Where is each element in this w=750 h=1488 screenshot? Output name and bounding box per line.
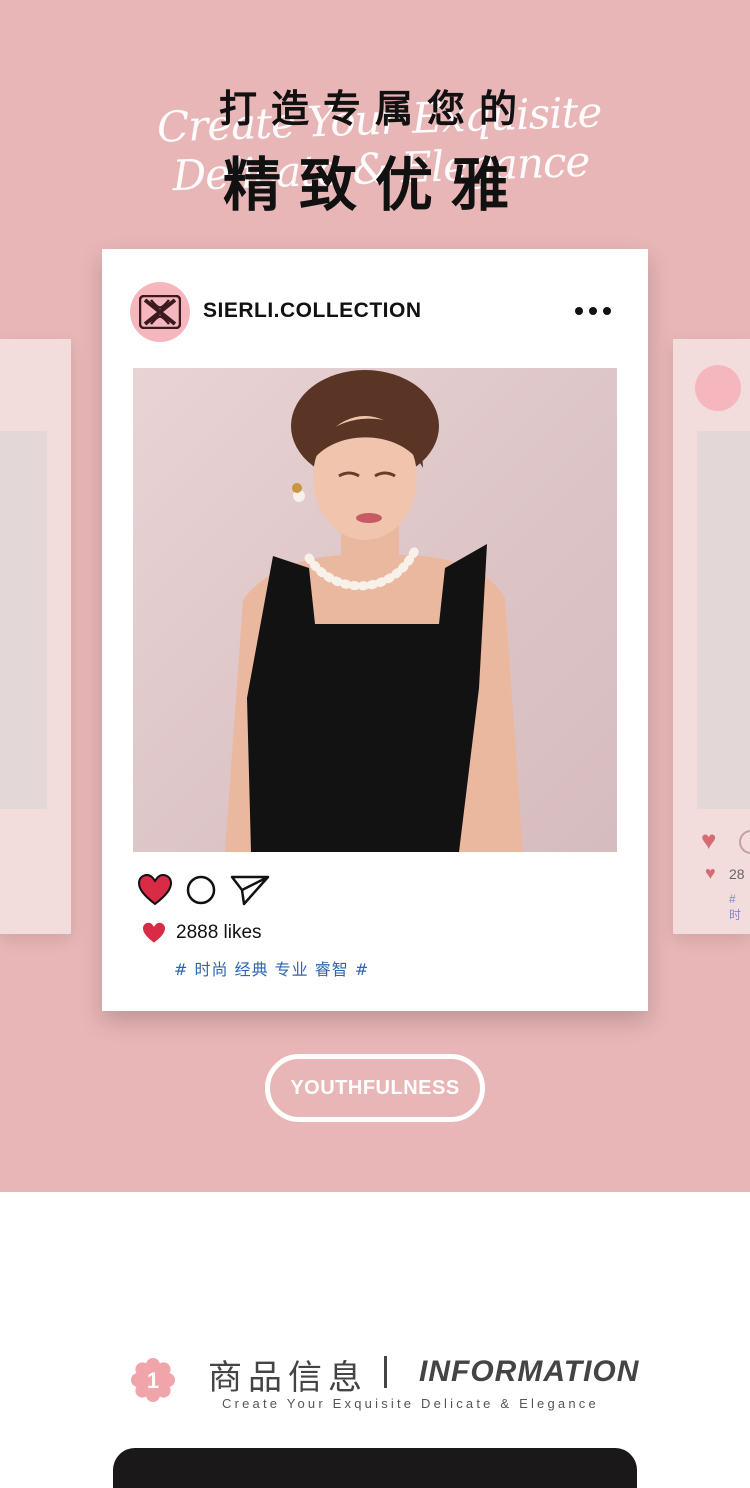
likes-count[interactable]: 2888 likes	[176, 922, 262, 944]
info-title-en: INFORMATION	[419, 1355, 640, 1388]
side-likes-count: 28	[729, 866, 745, 882]
youthfulness-button[interactable]: YOUTHFULNESS	[265, 1054, 485, 1122]
heart-icon: ♥	[701, 825, 717, 855]
likes-row: 2888 likes	[142, 922, 262, 944]
product-image-top	[113, 1448, 637, 1488]
side-card-right[interactable]: ♥ ♥ 28 # 时	[673, 339, 750, 934]
more-icon[interactable]	[575, 307, 611, 315]
post-tags[interactable]: # 时尚 经典 专业 睿智 #	[174, 956, 369, 980]
info-number: 1	[147, 1368, 159, 1393]
heart-icon	[143, 922, 165, 943]
comment-icon	[739, 830, 750, 854]
share-icon[interactable]	[230, 874, 270, 906]
side-card-image-placeholder	[697, 431, 750, 809]
comment-icon[interactable]	[186, 875, 216, 905]
model-photo-illustration	[225, 370, 523, 852]
heart-icon[interactable]	[138, 874, 172, 906]
side-card-image-placeholder	[0, 431, 47, 809]
post-username[interactable]: SIERLI.COLLECTION	[203, 299, 422, 323]
post-card: SIERLI.COLLECTION 2888 likes # 时尚 经典 专业 …	[102, 249, 648, 1011]
heart-icon: ♥	[705, 863, 716, 883]
hero-title-small: 打造专属您的	[218, 87, 531, 131]
post-photo[interactable]	[133, 368, 617, 852]
side-card-left[interactable]	[0, 339, 71, 934]
info-title-cn: 商品信息	[208, 1358, 368, 1398]
brand-logo-icon	[695, 365, 741, 411]
avatar[interactable]	[130, 282, 190, 342]
post-actions	[138, 874, 270, 906]
flower-number-icon: 1	[131, 1358, 175, 1402]
hero-title-big: 精致优雅	[222, 151, 527, 219]
info-subtitle: Create Your Exquisite Delicate & Eleganc…	[222, 1396, 599, 1411]
side-tags: # 时	[729, 892, 742, 922]
divider	[384, 1356, 387, 1388]
brand-logo-icon	[139, 295, 181, 329]
